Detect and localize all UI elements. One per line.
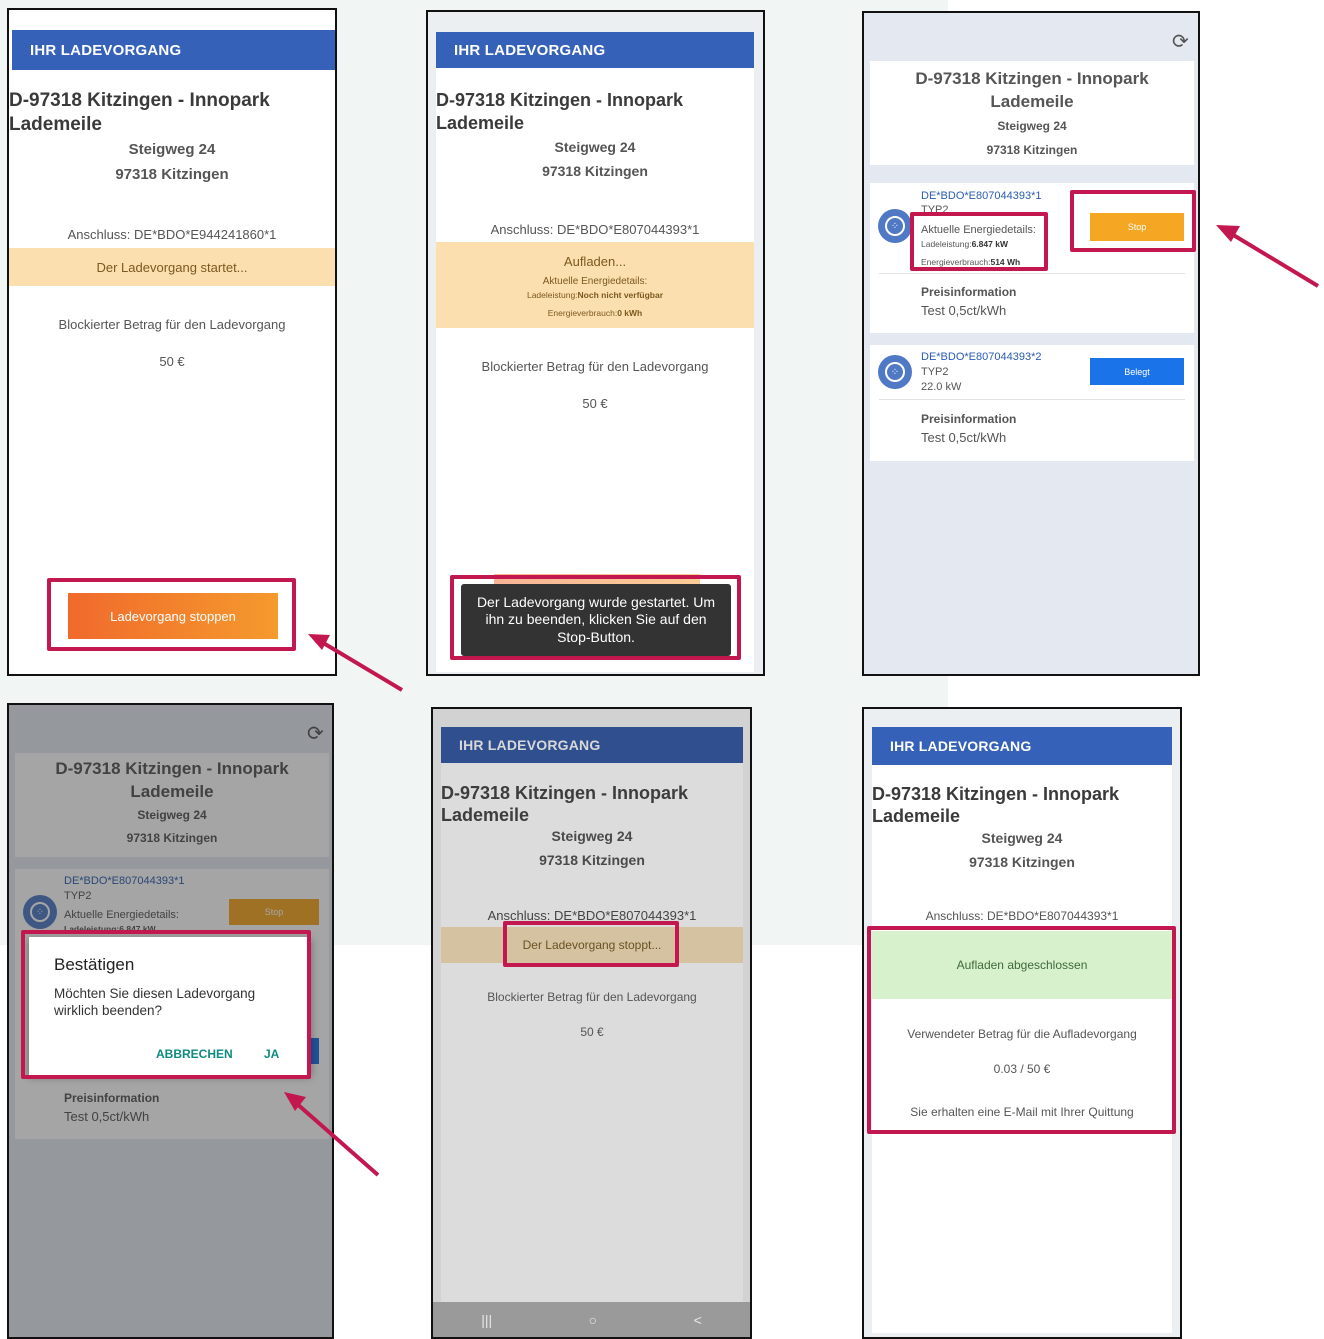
status-text: Der Ladevorgang startet... bbox=[96, 260, 248, 275]
price-info-label: Preisinformation bbox=[921, 412, 1017, 426]
android-nav-bar: ||| ○ < bbox=[433, 1302, 750, 1337]
street: Steigweg 24 bbox=[981, 830, 1063, 846]
highlight-stop-button bbox=[47, 578, 296, 651]
header-bar: IHR LADEVORGANG bbox=[872, 727, 1172, 765]
connection-id: Anschluss: DE*BDO*E807044393*1 bbox=[925, 909, 1119, 923]
station-name-line2: Lademeile bbox=[872, 806, 961, 826]
header-bar: IHR LADEVORGANG bbox=[436, 32, 754, 68]
station-name-line2: Lademeile bbox=[441, 805, 530, 825]
annotation-arrow-icon bbox=[1216, 225, 1240, 242]
energy-title: Aktuelle Energiedetails: bbox=[542, 276, 648, 287]
connection-id: Anschluss: DE*BDO*E807044393*1 bbox=[490, 222, 700, 237]
connector-1-id[interactable]: DE*BDO*E807044393*1 bbox=[921, 190, 1041, 202]
city: 97318 Kitzingen bbox=[986, 143, 1078, 157]
connector-2-power: 22.0 kW bbox=[921, 381, 962, 393]
screen-1-charging-starting: IHR LADEVORGANG D-97318 Kitzingen - Inno… bbox=[7, 8, 337, 676]
city: 97318 Kitzingen bbox=[539, 852, 645, 868]
city: 97318 Kitzingen bbox=[115, 166, 229, 183]
highlight-dialog bbox=[21, 930, 311, 1079]
highlight-completion bbox=[867, 926, 1176, 1134]
blocked-amount-value: 50 € bbox=[580, 1025, 604, 1039]
station-name-line2: Lademeile bbox=[436, 113, 525, 133]
blocked-amount-label: Blockierter Betrag für den Ladevorgang bbox=[481, 359, 709, 374]
street: Steigweg 24 bbox=[997, 119, 1067, 133]
street: Steigweg 24 bbox=[551, 828, 633, 844]
home-icon[interactable]: ○ bbox=[589, 1312, 597, 1328]
screen-5-charging-stopping: IHR LADEVORGANG D-97318 Kitzingen - Inno… bbox=[431, 707, 752, 1339]
refresh-icon[interactable]: ⟳ bbox=[1172, 29, 1189, 54]
station-name-line2: Lademeile bbox=[9, 114, 102, 135]
street: Steigweg 24 bbox=[554, 139, 636, 155]
blocked-amount-label: Blockierter Betrag für den Ladevorgang bbox=[487, 990, 697, 1004]
station-name-line1: D-97318 Kitzingen - Innopark bbox=[441, 783, 689, 803]
station-name-line1: D-97318 Kitzingen - Innopark bbox=[436, 90, 684, 110]
price-info-value: Test 0,5ct/kWh bbox=[921, 430, 1007, 445]
connector-2-id[interactable]: DE*BDO*E807044393*2 bbox=[921, 351, 1041, 363]
connection-id: Anschluss: DE*BDO*E944241860*1 bbox=[67, 227, 277, 242]
blocked-amount-value: 50 € bbox=[582, 396, 608, 411]
type2-connector-icon: ⁘ bbox=[878, 355, 912, 389]
street: Steigweg 24 bbox=[128, 141, 216, 158]
divider bbox=[879, 273, 1185, 274]
type2-connector-icon: ⁘ bbox=[878, 209, 912, 243]
price-info-label: Preisinformation bbox=[921, 285, 1017, 299]
consumption-line: Energieverbrauch:0 kWh bbox=[436, 308, 754, 318]
city: 97318 Kitzingen bbox=[969, 854, 1075, 870]
station-name-line1: D-97318 Kitzingen - Innopark bbox=[872, 784, 1120, 804]
power-line: Ladeleistung:Noch nicht verfügbar bbox=[436, 290, 754, 300]
recent-apps-icon[interactable]: ||| bbox=[481, 1312, 492, 1328]
highlight-toast bbox=[450, 575, 741, 660]
power-label: Ladeleistung: bbox=[526, 290, 578, 300]
divider bbox=[879, 399, 1185, 400]
connector-2-type: TYP2 bbox=[921, 366, 949, 378]
station-name-line2: Lademeile bbox=[990, 92, 1074, 111]
station-name-line1: D-97318 Kitzingen - Innopark bbox=[915, 69, 1149, 88]
back-icon[interactable]: < bbox=[694, 1312, 702, 1328]
highlight-energy-details bbox=[910, 212, 1048, 271]
consumption-value: 0 kWh bbox=[617, 308, 643, 318]
station-name-line1: D-97318 Kitzingen - Innopark bbox=[9, 90, 270, 111]
power-value: Noch nicht verfügbar bbox=[577, 290, 664, 300]
screen-3-connector-list: ⟳ D-97318 Kitzingen - Innopark Lademeile… bbox=[862, 11, 1200, 676]
blocked-amount-value: 50 € bbox=[159, 354, 185, 369]
status-text: Aufladen... bbox=[563, 254, 627, 269]
blocked-amount-label: Blockierter Betrag für den Ladevorgang bbox=[58, 317, 286, 332]
highlight-stop-button bbox=[1070, 190, 1196, 252]
highlight-status bbox=[503, 921, 679, 967]
city: 97318 Kitzingen bbox=[542, 163, 648, 179]
consumption-label: Energieverbrauch: bbox=[547, 308, 618, 318]
price-info-value: Test 0,5ct/kWh bbox=[921, 303, 1007, 318]
header-bar: IHR LADEVORGANG bbox=[441, 727, 743, 763]
header-bar: IHR LADEVORGANG bbox=[12, 30, 335, 70]
occupied-button[interactable]: Belegt bbox=[1090, 358, 1184, 385]
annotation-arrow-icon bbox=[1228, 231, 1320, 288]
